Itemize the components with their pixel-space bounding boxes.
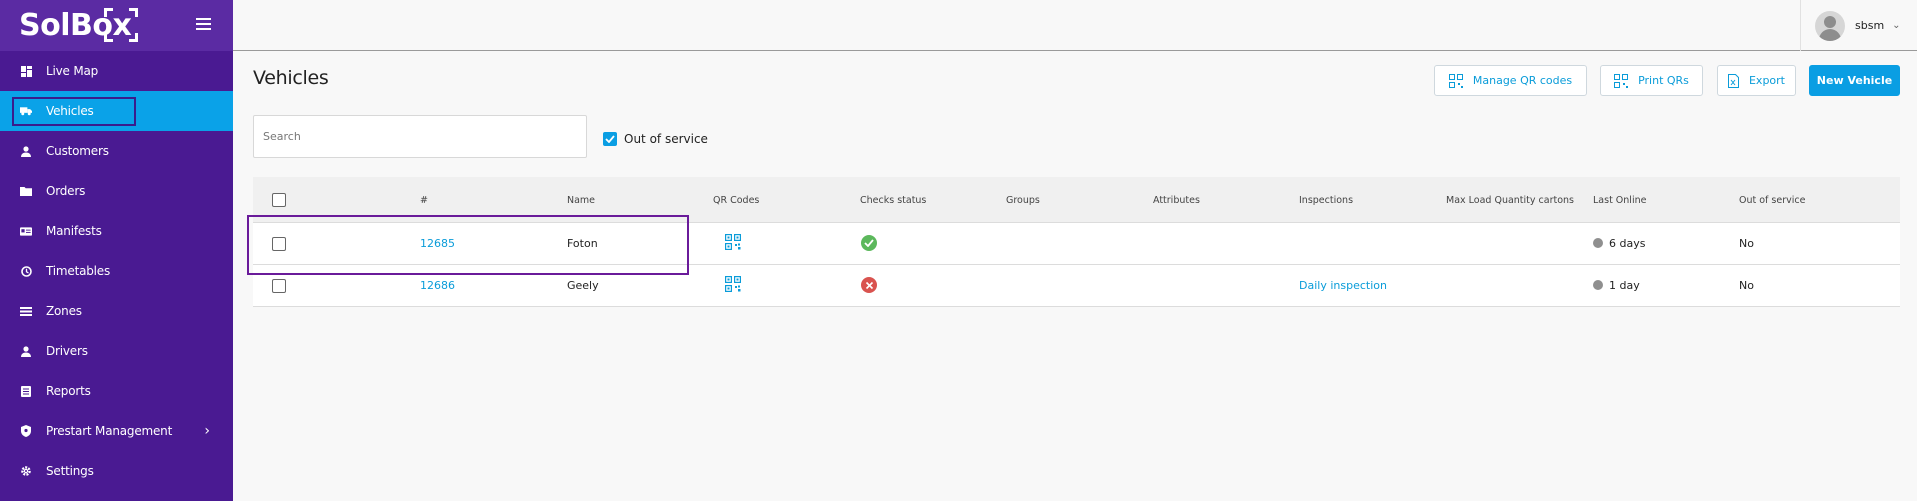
sidebar-nav: Live Map Vehicles Customers Orders Manif… — [0, 51, 233, 491]
check-pass-icon — [861, 235, 877, 251]
sidebar-item-label: Drivers — [46, 344, 88, 358]
select-all-checkbox[interactable] — [272, 193, 286, 207]
sidebar-item-zones[interactable]: Zones — [0, 291, 233, 331]
sidebar-item-label: Zones — [46, 304, 82, 318]
topbar: sbsm ⌄ — [233, 0, 1917, 51]
last-online: 6 days — [1593, 237, 1645, 250]
avatar — [1815, 10, 1845, 41]
logo-bracket-mark — [104, 8, 138, 42]
truck-icon — [20, 105, 32, 117]
new-vehicle-button[interactable]: New Vehicle — [1809, 65, 1900, 96]
sidebar-item-label: Vehicles — [46, 104, 94, 118]
column-header-name[interactable]: Name — [567, 195, 595, 206]
row-checkbox[interactable] — [272, 237, 286, 251]
sidebar-item-live-map[interactable]: Live Map — [0, 51, 233, 91]
folder-icon — [20, 185, 32, 197]
sidebar-item-settings[interactable]: Settings — [0, 451, 233, 491]
excel-file-icon — [1727, 73, 1739, 88]
last-online: 1 day — [1593, 279, 1640, 292]
table-header: # Name QR Codes Checks status Groups Att… — [253, 177, 1900, 223]
vehicle-name: Foton — [567, 237, 598, 250]
export-button[interactable]: Export — [1717, 65, 1796, 96]
manage-qr-codes-label: Manage QR codes — [1472, 74, 1573, 87]
brand-header: SolBox — [0, 0, 233, 51]
table-row[interactable]: 12685 Foton 6 days No — [253, 223, 1900, 265]
column-header-out-of-service[interactable]: Out of service — [1739, 195, 1805, 206]
manage-qr-codes-button[interactable]: Manage QR codes — [1434, 65, 1587, 96]
sidebar-item-vehicles[interactable]: Vehicles — [0, 91, 233, 131]
qr-code-icon[interactable] — [725, 234, 742, 254]
table-row[interactable]: 12686 Geely Daily inspection 1 day No — [253, 265, 1900, 307]
sidebar-item-prestart-management[interactable]: Prestart Management › — [0, 411, 233, 451]
sidebar-item-label: Timetables — [46, 264, 111, 278]
gear-icon — [20, 465, 32, 477]
chevron-right-icon: › — [204, 423, 210, 439]
sidebar-item-customers[interactable]: Customers — [0, 131, 233, 171]
sidebar-item-timetables[interactable]: Timetables — [0, 251, 233, 291]
clock-icon — [20, 265, 32, 277]
sidebar-item-label: Reports — [46, 384, 91, 398]
column-header-id[interactable]: # — [420, 195, 428, 206]
offline-dot-icon — [1593, 238, 1603, 248]
out-of-service-filter[interactable]: Out of service — [603, 132, 708, 146]
check-fail-icon — [861, 277, 877, 293]
print-qrs-label: Print QRs — [1638, 74, 1689, 87]
column-header-attributes[interactable]: Attributes — [1153, 195, 1200, 206]
person-icon — [20, 345, 32, 357]
new-vehicle-label: New Vehicle — [1816, 74, 1893, 87]
report-icon — [20, 385, 32, 397]
offline-dot-icon — [1593, 280, 1603, 290]
out-of-service-value: No — [1739, 279, 1754, 292]
qr-icon — [1448, 73, 1463, 88]
dashboard-icon — [20, 65, 32, 77]
sidebar: SolBox Live Map Vehicles Customers Order… — [0, 0, 233, 501]
vehicle-id-link[interactable]: 12685 — [420, 237, 455, 250]
sidebar-item-drivers[interactable]: Drivers — [0, 331, 233, 371]
last-online-value: 6 days — [1609, 237, 1646, 250]
menu-toggle-icon[interactable] — [196, 18, 211, 30]
column-header-checks-status[interactable]: Checks status — [860, 195, 926, 206]
username: sbsm — [1855, 19, 1885, 32]
column-header-max-load[interactable]: Max Load Quantity cartons — [1446, 195, 1574, 206]
row-checkbox[interactable] — [272, 279, 286, 293]
sidebar-item-label: Live Map — [46, 64, 99, 78]
vehicles-table: # Name QR Codes Checks status Groups Att… — [253, 177, 1900, 307]
sidebar-item-label: Prestart Management — [46, 424, 173, 438]
card-icon — [20, 225, 32, 237]
column-header-groups[interactable]: Groups — [1006, 195, 1040, 206]
sidebar-item-reports[interactable]: Reports — [0, 371, 233, 411]
vehicle-name: Geely — [567, 279, 599, 292]
print-qrs-button[interactable]: Print QRs — [1600, 65, 1703, 96]
sidebar-item-orders[interactable]: Orders — [0, 171, 233, 211]
column-header-inspections[interactable]: Inspections — [1299, 195, 1353, 206]
vehicle-id-link[interactable]: 12686 — [420, 279, 455, 292]
sidebar-item-manifests[interactable]: Manifests — [0, 211, 233, 251]
sidebar-item-label: Orders — [46, 184, 86, 198]
sidebar-item-label: Customers — [46, 144, 109, 158]
zones-icon — [20, 305, 32, 317]
checkbox-checked-icon[interactable] — [603, 132, 617, 146]
user-menu[interactable]: sbsm ⌄ — [1800, 0, 1917, 51]
page-title: Vehicles — [253, 67, 329, 89]
search-input[interactable] — [253, 115, 587, 158]
column-header-last-online[interactable]: Last Online — [1593, 195, 1646, 206]
column-header-qr-codes[interactable]: QR Codes — [713, 195, 759, 206]
last-online-value: 1 day — [1609, 279, 1640, 292]
person-icon — [20, 145, 32, 157]
sidebar-item-label: Settings — [46, 464, 94, 478]
shield-icon — [20, 425, 32, 437]
qr-code-icon[interactable] — [725, 276, 742, 296]
export-label: Export — [1748, 74, 1785, 87]
chevron-down-icon: ⌄ — [1892, 20, 1901, 31]
out-of-service-value: No — [1739, 237, 1754, 250]
out-of-service-label: Out of service — [624, 132, 708, 146]
qr-icon — [1614, 73, 1629, 88]
inspection-link[interactable]: Daily inspection — [1299, 279, 1387, 292]
sidebar-item-label: Manifests — [46, 224, 102, 238]
